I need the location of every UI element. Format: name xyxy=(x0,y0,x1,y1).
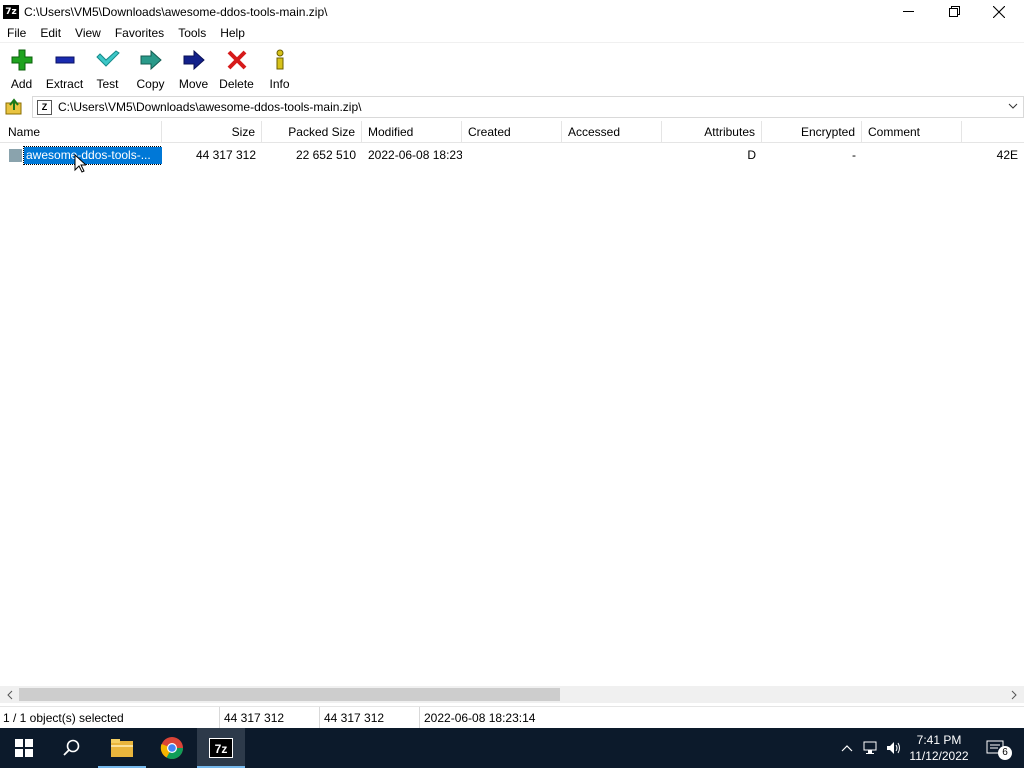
row-comment xyxy=(862,144,962,166)
chrome-icon xyxy=(160,737,183,759)
row-encrypted: - xyxy=(852,148,856,162)
clock-time: 7:41 PM xyxy=(916,733,962,747)
7zip-app-icon: 7z xyxy=(3,4,19,19)
search-button[interactable] xyxy=(48,728,96,768)
test-button[interactable]: Test xyxy=(86,44,129,94)
taskbar: 7z 7:41 PM 11/12/2022 6 xyxy=(0,728,1024,768)
info-button[interactable]: Info xyxy=(258,44,301,94)
up-folder-button[interactable] xyxy=(2,96,26,118)
notification-count-badge: 6 xyxy=(998,746,1012,760)
copy-label: Copy xyxy=(136,77,165,91)
status-size: 44 317 312 xyxy=(221,707,320,729)
move-arrow-icon xyxy=(182,48,206,72)
row-attributes: D xyxy=(747,148,756,162)
toolbar: Add Extract Test Copy Move Delete Info xyxy=(0,44,1024,94)
plus-icon xyxy=(10,48,34,72)
horizontal-scrollbar[interactable] xyxy=(0,686,1024,703)
column-created[interactable]: Created xyxy=(462,121,562,143)
start-icon xyxy=(15,739,33,757)
check-icon xyxy=(95,48,120,72)
restore-button[interactable] xyxy=(931,0,977,23)
folder-up-icon xyxy=(5,98,22,115)
copy-button[interactable]: Copy xyxy=(129,44,172,94)
chevron-up-icon xyxy=(841,745,853,752)
zip-file-icon: Z xyxy=(37,99,52,115)
file-explorer-icon xyxy=(111,739,133,757)
info-icon xyxy=(268,48,292,72)
delete-label: Delete xyxy=(219,77,254,91)
chrome-button[interactable] xyxy=(148,728,196,768)
address-bar[interactable]: Z C:\Users\VM5\Downloads\awesome-ddos-to… xyxy=(32,96,1024,118)
folder-icon xyxy=(9,148,22,162)
7zip-icon: 7z xyxy=(209,738,233,758)
row-name[interactable]: awesome-ddos-tools-... xyxy=(23,145,162,165)
menu-file[interactable]: File xyxy=(0,23,33,43)
close-button[interactable] xyxy=(976,0,1022,23)
column-name[interactable]: Name xyxy=(2,121,162,143)
column-extra[interactable] xyxy=(962,121,1024,143)
row-created xyxy=(462,144,562,166)
column-accessed[interactable]: Accessed xyxy=(562,121,662,143)
delete-x-icon xyxy=(225,48,249,72)
menu-help[interactable]: Help xyxy=(213,23,252,43)
search-icon xyxy=(63,739,80,756)
7zip-taskbar-button[interactable]: 7z xyxy=(197,728,245,768)
close-icon xyxy=(993,5,1005,18)
menu-tools[interactable]: Tools xyxy=(171,23,213,43)
extract-button[interactable]: Extract xyxy=(43,44,86,94)
add-button[interactable]: Add xyxy=(0,44,43,94)
move-label: Move xyxy=(178,77,209,91)
mouse-cursor-icon xyxy=(74,153,88,176)
file-explorer-button[interactable] xyxy=(98,728,146,768)
row-size: 44 317 312 xyxy=(195,148,256,162)
copy-arrow-icon xyxy=(139,48,163,72)
info-label: Info xyxy=(269,77,290,91)
network-icon[interactable] xyxy=(860,728,882,768)
column-modified[interactable]: Modified xyxy=(362,121,462,143)
scroll-left-icon[interactable] xyxy=(4,689,16,701)
status-packed: 44 317 312 xyxy=(321,707,420,729)
minimize-button[interactable] xyxy=(885,0,931,23)
scrollbar-thumb[interactable] xyxy=(19,688,560,701)
column-header: Name Size Packed Size Modified Created A… xyxy=(0,121,1024,143)
menu-edit[interactable]: Edit xyxy=(33,23,68,43)
column-attributes[interactable]: Attributes xyxy=(662,121,762,143)
menu-view[interactable]: View xyxy=(68,23,108,43)
move-button[interactable]: Move xyxy=(172,44,215,94)
minimize-icon xyxy=(902,11,914,12)
delete-button[interactable]: Delete xyxy=(215,44,258,94)
start-button[interactable] xyxy=(0,728,48,768)
title-bar: 7z C:\Users\VM5\Downloads\awesome-ddos-t… xyxy=(0,0,1024,23)
file-list: awesome-ddos-tools-... 44 317 312 22 652… xyxy=(0,143,1024,686)
table-row[interactable]: awesome-ddos-tools-... 44 317 312 22 652… xyxy=(0,144,1024,166)
chevron-down-icon[interactable] xyxy=(1007,100,1019,115)
status-modified: 2022-06-08 18:23:14 xyxy=(424,711,536,725)
minus-icon xyxy=(53,48,77,72)
restore-icon xyxy=(948,6,960,17)
address-row: Z C:\Users\VM5\Downloads\awesome-ddos-to… xyxy=(0,95,1024,119)
row-accessed xyxy=(562,144,662,166)
address-path: C:\Users\VM5\Downloads\awesome-ddos-tool… xyxy=(58,100,362,114)
taskbar-clock[interactable]: 7:41 PM 11/12/2022 xyxy=(902,728,976,768)
test-label: Test xyxy=(96,77,119,91)
row-packed-size: 22 652 510 xyxy=(295,148,356,162)
column-packed-size[interactable]: Packed Size xyxy=(262,121,362,143)
add-label: Add xyxy=(10,77,33,91)
row-modified: 2022-06-08 18:23 xyxy=(368,148,462,162)
notification-center-button[interactable]: 6 xyxy=(980,728,1012,768)
show-hidden-icons-button[interactable] xyxy=(836,728,858,768)
status-bar: 1 / 1 object(s) selected 44 317 312 44 3… xyxy=(0,706,1024,729)
row-extra: 42E xyxy=(996,148,1018,162)
window-title: C:\Users\VM5\Downloads\awesome-ddos-tool… xyxy=(24,4,328,19)
column-encrypted[interactable]: Encrypted xyxy=(762,121,862,143)
volume-icon[interactable] xyxy=(884,728,904,768)
status-selection: 1 / 1 object(s) selected xyxy=(0,707,220,729)
extract-label: Extract xyxy=(45,77,84,91)
menu-favorites[interactable]: Favorites xyxy=(108,23,171,43)
column-size[interactable]: Size xyxy=(162,121,262,143)
column-comment[interactable]: Comment xyxy=(862,121,962,143)
scroll-right-icon[interactable] xyxy=(1008,689,1020,701)
menu-bar: File Edit View Favorites Tools Help xyxy=(0,23,1024,43)
clock-date: 11/12/2022 xyxy=(909,749,969,763)
